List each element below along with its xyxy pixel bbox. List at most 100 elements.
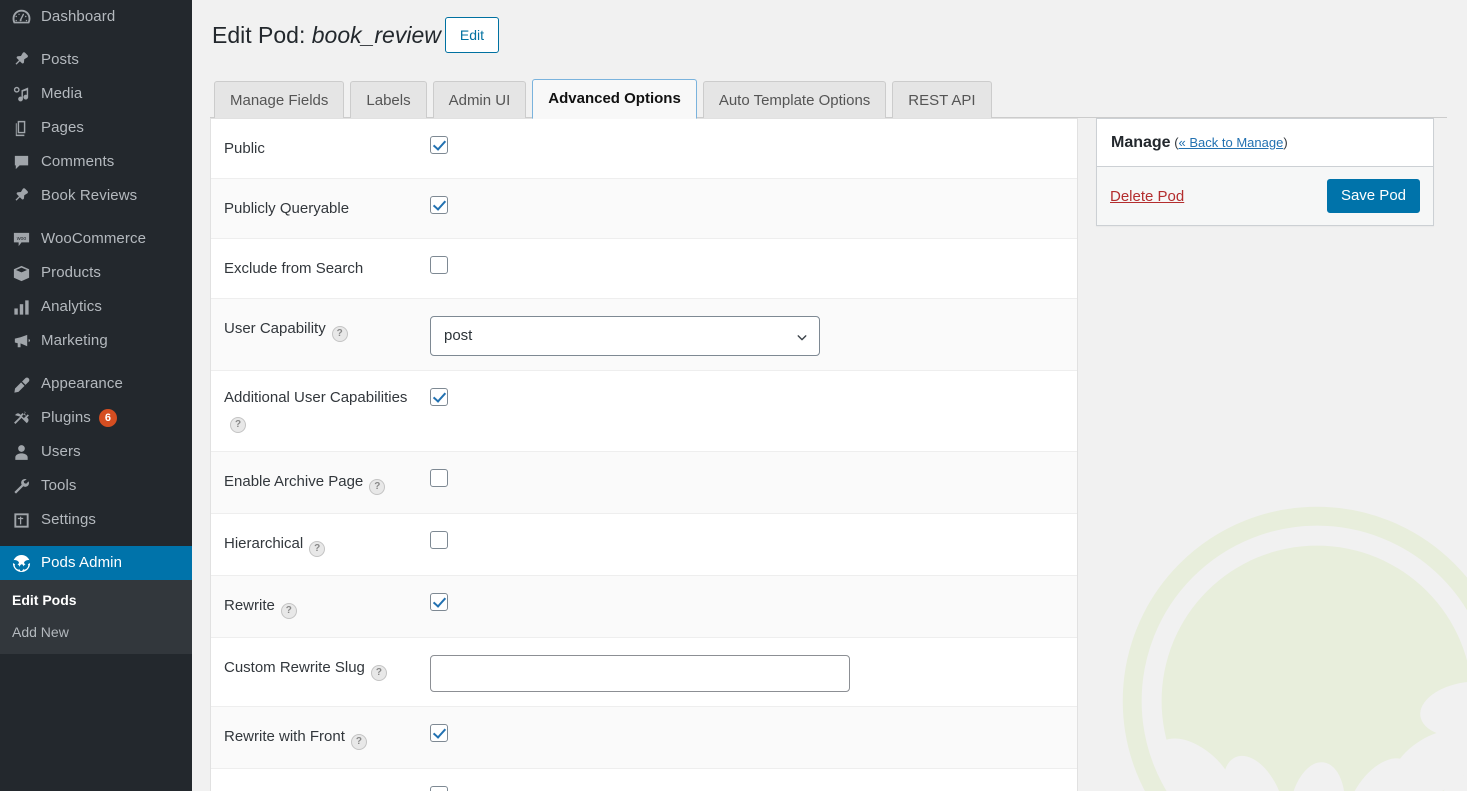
user-capability-value: post bbox=[444, 317, 472, 355]
setting-label: Rewrite Feeds bbox=[211, 769, 430, 791]
custom-rewrite-slug-input[interactable] bbox=[430, 655, 850, 692]
paren-open: ( bbox=[1171, 135, 1179, 150]
sidebar-item-appearance[interactable]: Appearance bbox=[0, 367, 192, 401]
exclude-from-search-checkbox[interactable] bbox=[430, 256, 448, 274]
back-to-manage-link[interactable]: « Back to Manage bbox=[1179, 135, 1284, 150]
analytics-icon bbox=[11, 297, 31, 317]
sidebar-item-marketing[interactable]: Marketing bbox=[0, 324, 192, 358]
setting-label-text: Custom Rewrite Slug bbox=[224, 659, 365, 676]
manage-box-title: Manage bbox=[1111, 134, 1171, 151]
user-capability-select[interactable]: post bbox=[430, 316, 820, 356]
setting-label: User Capability? bbox=[211, 299, 430, 360]
paren-close: ) bbox=[1283, 135, 1287, 150]
sidebar-item-label: Pages bbox=[41, 111, 84, 145]
media-icon bbox=[11, 84, 31, 104]
chevron-down-icon bbox=[797, 333, 807, 343]
advanced-options-panel: Public Publicly Queryable bbox=[210, 118, 1078, 791]
sidebar-item-analytics[interactable]: Analytics bbox=[0, 290, 192, 324]
help-icon[interactable]: ? bbox=[332, 326, 348, 342]
page-title: Edit Pod: book_review bbox=[212, 21, 441, 50]
tab-rest-api[interactable]: REST API bbox=[892, 81, 991, 118]
setting-label-text: Rewrite bbox=[224, 597, 275, 614]
publicly-queryable-checkbox[interactable] bbox=[430, 196, 448, 214]
sidebar-item-label: Settings bbox=[41, 503, 96, 537]
setting-row-rewrite-feeds: Rewrite Feeds bbox=[211, 769, 1077, 791]
plugins-icon bbox=[11, 408, 31, 428]
setting-label-text: Additional User Capabilities bbox=[224, 389, 407, 406]
admin-page: Dashboard Posts Media Pages Commen bbox=[0, 0, 1467, 791]
setting-row-publicly-queryable: Publicly Queryable bbox=[211, 179, 1077, 239]
setting-label-text: Exclude from Search bbox=[224, 260, 363, 277]
sidebar-item-label: Marketing bbox=[41, 324, 108, 358]
public-checkbox[interactable] bbox=[430, 136, 448, 154]
setting-label-text: Rewrite with Front bbox=[224, 728, 345, 745]
additional-user-capabilities-checkbox[interactable] bbox=[430, 388, 448, 406]
setting-label: Rewrite with Front? bbox=[211, 707, 430, 768]
rewrite-feeds-checkbox[interactable] bbox=[430, 786, 448, 791]
help-icon[interactable]: ? bbox=[309, 541, 325, 557]
sidebar-item-label: Comments bbox=[41, 145, 114, 179]
tab-labels[interactable]: Labels bbox=[350, 81, 426, 118]
rewrite-with-front-checkbox[interactable] bbox=[430, 724, 448, 742]
sidebar-item-products[interactable]: Products bbox=[0, 256, 192, 290]
setting-field bbox=[430, 576, 1077, 625]
tab-auto-template-options[interactable]: Auto Template Options bbox=[703, 81, 886, 118]
submenu-item-add-new[interactable]: Add New bbox=[0, 616, 192, 648]
setting-row-hierarchical: Hierarchical? bbox=[211, 514, 1077, 576]
sidebar-item-tools[interactable]: Tools bbox=[0, 469, 192, 503]
setting-row-exclude-from-search: Exclude from Search bbox=[211, 239, 1077, 299]
submenu-item-edit-pods[interactable]: Edit Pods bbox=[0, 584, 192, 616]
sidebar-item-label: Products bbox=[41, 256, 101, 290]
setting-field bbox=[430, 179, 1077, 228]
pods-icon bbox=[11, 553, 31, 573]
sidebar-item-label: Tools bbox=[41, 469, 77, 503]
settings-icon bbox=[11, 510, 31, 530]
sidebar-item-book-reviews[interactable]: Book Reviews bbox=[0, 179, 192, 213]
help-icon[interactable]: ? bbox=[371, 665, 387, 681]
help-icon[interactable]: ? bbox=[230, 417, 246, 433]
sidebar-item-pods-admin[interactable]: Pods Admin bbox=[0, 546, 192, 580]
tab-manage-fields[interactable]: Manage Fields bbox=[214, 81, 344, 118]
edit-pod-name-button[interactable]: Edit bbox=[445, 17, 499, 53]
sidebar-item-label: Pods Admin bbox=[41, 546, 122, 580]
pin-icon bbox=[11, 186, 31, 206]
sidebar-item-media[interactable]: Media bbox=[0, 77, 192, 111]
save-pod-button[interactable]: Save Pod bbox=[1327, 179, 1420, 213]
enable-archive-page-checkbox[interactable] bbox=[430, 469, 448, 487]
setting-label-text: User Capability bbox=[224, 320, 326, 337]
products-icon bbox=[11, 263, 31, 283]
setting-label-text: Public bbox=[224, 140, 265, 157]
manage-box-header: Manage (« Back to Manage) bbox=[1097, 119, 1433, 167]
sidebar-item-users[interactable]: Users bbox=[0, 435, 192, 469]
sidebar-item-label: Appearance bbox=[41, 367, 123, 401]
tab-admin-ui[interactable]: Admin UI bbox=[433, 81, 527, 118]
comments-icon bbox=[11, 152, 31, 172]
setting-label: Exclude from Search bbox=[211, 239, 430, 298]
users-icon bbox=[11, 442, 31, 462]
setting-field bbox=[430, 707, 1077, 756]
help-icon[interactable]: ? bbox=[369, 479, 385, 495]
setting-row-enable-archive-page: Enable Archive Page? bbox=[211, 452, 1077, 514]
sidebar-separator bbox=[0, 34, 192, 43]
delete-pod-link[interactable]: Delete Pod bbox=[1110, 188, 1184, 205]
help-icon[interactable]: ? bbox=[351, 734, 367, 750]
tab-advanced-options[interactable]: Advanced Options bbox=[532, 79, 697, 119]
sidebar-item-pages[interactable]: Pages bbox=[0, 111, 192, 145]
sidebar-item-label: Media bbox=[41, 77, 82, 111]
setting-field: post bbox=[430, 299, 1077, 370]
page-title-prefix: Edit Pod: bbox=[212, 22, 312, 48]
sidebar-item-plugins[interactable]: Plugins 6 bbox=[0, 401, 192, 435]
pods-admin-submenu: Edit Pods Add New bbox=[0, 580, 192, 654]
help-icon[interactable]: ? bbox=[281, 603, 297, 619]
sidebar-item-label: Book Reviews bbox=[41, 179, 137, 213]
hierarchical-checkbox[interactable] bbox=[430, 531, 448, 549]
setting-row-rewrite-with-front: Rewrite with Front? bbox=[211, 707, 1077, 769]
sidebar-item-settings[interactable]: Settings bbox=[0, 503, 192, 537]
rewrite-checkbox[interactable] bbox=[430, 593, 448, 611]
sidebar-item-comments[interactable]: Comments bbox=[0, 145, 192, 179]
sidebar-item-woocommerce[interactable]: woo WooCommerce bbox=[0, 222, 192, 256]
sidebar-item-posts[interactable]: Posts bbox=[0, 43, 192, 77]
setting-field bbox=[430, 452, 1077, 501]
sidebar-item-dashboard[interactable]: Dashboard bbox=[0, 0, 192, 34]
setting-field bbox=[430, 239, 1077, 288]
